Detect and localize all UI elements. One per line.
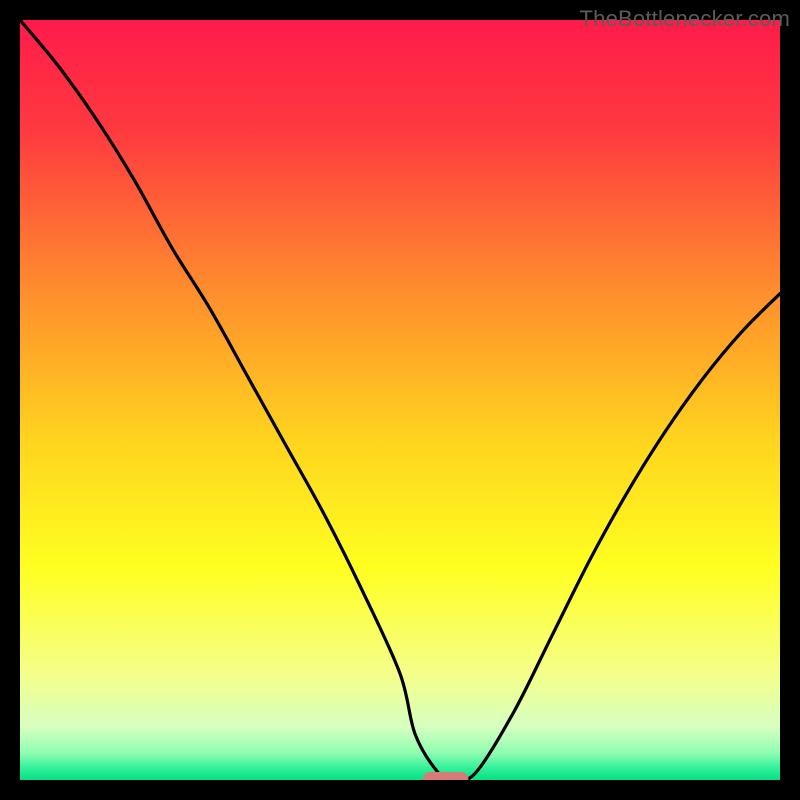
chart-frame: TheBottlenecker.com [0, 0, 800, 800]
watermark-text: TheBottlenecker.com [580, 6, 790, 32]
plot-area [20, 20, 780, 780]
gradient-background [20, 20, 780, 780]
bottleneck-chart [20, 20, 780, 780]
optimum-marker [423, 772, 469, 780]
